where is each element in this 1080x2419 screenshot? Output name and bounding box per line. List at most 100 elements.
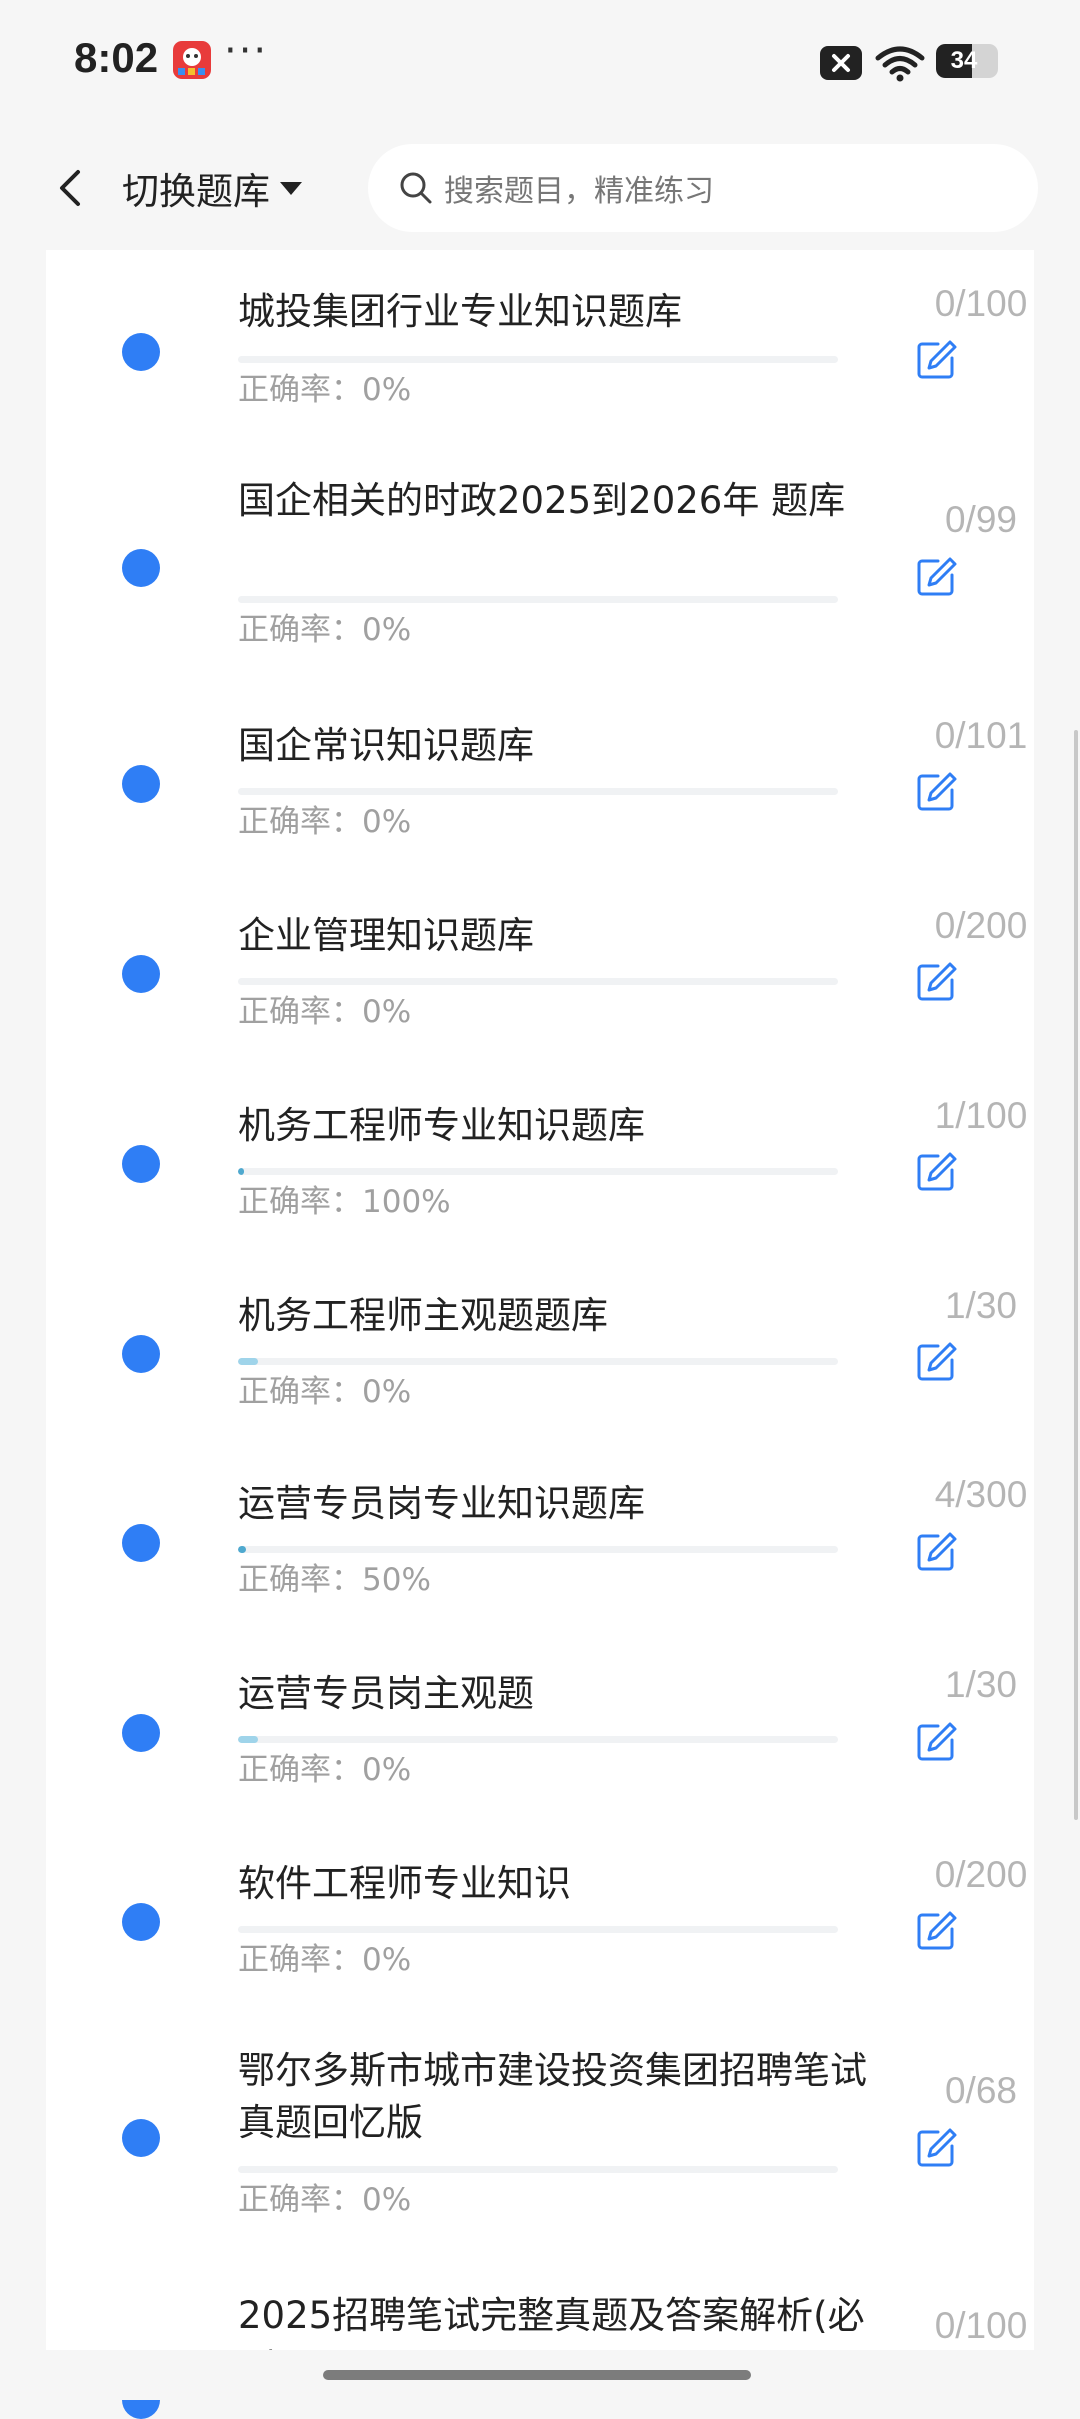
- edit-icon[interactable]: [914, 1909, 958, 1953]
- progress-count: 1/30: [944, 1285, 1017, 1326]
- status-dot: [122, 1714, 160, 1752]
- progress-count: 1/100: [934, 1095, 1028, 1136]
- search-input[interactable]: 搜索题目，精准练习: [368, 144, 1038, 232]
- accuracy-value: 50%: [362, 1562, 431, 1598]
- search-placeholder: 搜索题目，精准练习: [444, 174, 714, 209]
- edit-icon[interactable]: [914, 555, 958, 599]
- progress-fill: [238, 1546, 246, 1553]
- status-dot: [122, 1524, 160, 1562]
- search-icon: [400, 172, 432, 204]
- item-title: 运营专员岗专业知识题库: [238, 1482, 645, 1525]
- accuracy-value: 0%: [362, 1752, 412, 1788]
- progress-bar: [238, 1168, 838, 1175]
- status-time: 8:02: [74, 34, 159, 81]
- edit-icon[interactable]: [914, 770, 958, 814]
- status-dot: [122, 1335, 160, 1373]
- accuracy-value: 0%: [362, 1374, 412, 1410]
- more-dots: ···: [224, 28, 269, 74]
- progress-count: 0/200: [934, 905, 1028, 946]
- item-title: 运营专员岗主观题: [238, 1672, 534, 1715]
- accuracy-value: 100%: [362, 1184, 451, 1220]
- accuracy-label: 正确率：: [238, 994, 362, 1030]
- status-dot: [122, 765, 160, 803]
- battery-level: 34: [950, 47, 978, 74]
- switch-bank-dropdown[interactable]: 切换题库: [122, 156, 304, 220]
- accuracy-text: 正确率：0%: [238, 364, 411, 409]
- progress-bar: [238, 356, 838, 363]
- accuracy-text: 正确率：0%: [238, 604, 411, 649]
- accuracy-value: 0%: [362, 2182, 412, 2218]
- accuracy-label: 正确率：: [238, 1184, 362, 1220]
- status-dot: [122, 955, 160, 993]
- progress-count: 4/300: [934, 1474, 1028, 1515]
- home-indicator[interactable]: [323, 2370, 751, 2380]
- progress-count: 0/99: [944, 499, 1017, 540]
- progress-fill: [238, 1358, 258, 1365]
- accuracy-label: 正确率：: [238, 1562, 362, 1598]
- switch-bank-label: 切换题库: [122, 170, 270, 213]
- progress-count: 0/100: [934, 283, 1028, 324]
- accuracy-text: 正确率：100%: [238, 1176, 451, 1221]
- progress-bar: [238, 1926, 838, 1933]
- edit-icon[interactable]: [914, 1720, 958, 1764]
- accuracy-label: 正确率：: [238, 1752, 362, 1788]
- edit-icon[interactable]: [914, 960, 958, 1004]
- item-title: 机务工程师主观题题库: [238, 1294, 608, 1337]
- item-title: 企业管理知识题库: [238, 914, 534, 957]
- progress-bar: [238, 596, 838, 603]
- status-dot: [122, 333, 160, 371]
- edit-icon[interactable]: [914, 1530, 958, 1574]
- app-icon: [173, 41, 211, 79]
- progress-bar: [238, 978, 838, 985]
- caret-down-icon: [280, 182, 302, 195]
- progress-count: 0/200: [934, 1854, 1028, 1895]
- status-bar: 8:02 ··· 34: [0, 0, 1080, 126]
- accuracy-value: 0%: [362, 994, 412, 1030]
- item-title: 国企常识知识题库: [238, 724, 534, 767]
- accuracy-label: 正确率：: [238, 2182, 362, 2218]
- progress-bar: [238, 1546, 838, 1553]
- question-bank-list: 城投集团行业专业知识题库 正确率：0% 0/100 国企相关的时政2025到2026年…: [46, 250, 1034, 2419]
- item-title: 软件工程师专业知识: [238, 1862, 571, 1905]
- accuracy-value: 0%: [362, 1942, 412, 1978]
- accuracy-text: 正确率：0%: [238, 1934, 411, 1979]
- edit-icon[interactable]: [914, 1150, 958, 1194]
- accuracy-value: 0%: [362, 612, 412, 648]
- status-dot: [122, 1903, 160, 1941]
- item-title: 国企相关的时政2025到2026年 题库: [238, 479, 846, 522]
- nav-bar: 切换题库 搜索题目，精准练习: [0, 126, 1080, 250]
- progress-count: 1/30: [944, 1664, 1017, 1705]
- status-dot: [122, 2119, 160, 2157]
- progress-fill: [238, 1736, 258, 1743]
- item-title: 鄂尔多斯市城市建设投资集团招聘笔试真题回忆版: [238, 2049, 867, 2144]
- accuracy-value: 0%: [362, 372, 412, 408]
- accuracy-value: 0%: [362, 804, 412, 840]
- wifi-icon: [875, 46, 925, 82]
- item-title: 城投集团行业专业知识题库: [238, 290, 682, 333]
- scrollbar[interactable]: [1074, 730, 1078, 1820]
- back-icon[interactable]: [40, 156, 104, 220]
- accuracy-label: 正确率：: [238, 1374, 362, 1410]
- progress-bar: [238, 2166, 838, 2173]
- progress-count: 0/100: [934, 2305, 1028, 2346]
- progress-fill: [238, 1168, 244, 1175]
- accuracy-text: 正确率：0%: [238, 2174, 411, 2219]
- accuracy-label: 正确率：: [238, 804, 362, 840]
- accuracy-text: 正确率：0%: [238, 986, 411, 1031]
- accuracy-label: 正确率：: [238, 1942, 362, 1978]
- accuracy-label: 正确率：: [238, 372, 362, 408]
- progress-bar: [238, 1736, 838, 1743]
- progress-count: 0/101: [934, 715, 1028, 756]
- edit-icon[interactable]: [914, 338, 958, 382]
- progress-bar: [238, 1358, 838, 1365]
- edit-icon[interactable]: [914, 1340, 958, 1384]
- accuracy-text: 正确率：0%: [238, 1744, 411, 1789]
- battery-icon: 34: [936, 44, 998, 78]
- accuracy-text: 正确率：0%: [238, 796, 411, 841]
- progress-count: 0/68: [944, 2070, 1017, 2111]
- progress-bar: [238, 788, 838, 795]
- edit-icon[interactable]: [914, 2126, 958, 2170]
- accuracy-text: 正确率：0%: [238, 1366, 411, 1411]
- status-dot: [122, 549, 160, 587]
- item-title: 机务工程师专业知识题库: [238, 1104, 645, 1147]
